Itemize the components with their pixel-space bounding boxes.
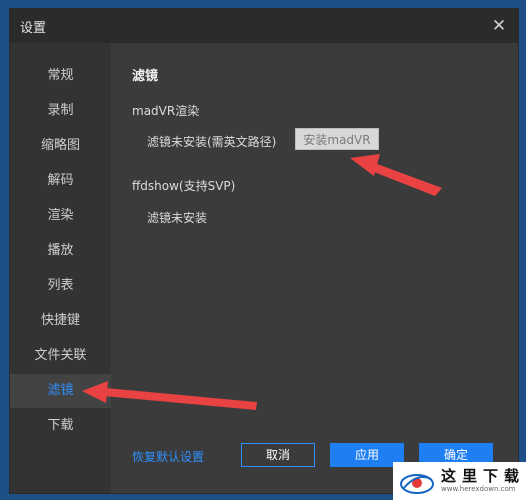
- site-logo-icon: [400, 474, 434, 494]
- watermark-title: 这里下载: [441, 467, 526, 485]
- watermark-url: www.herexdown.com: [441, 485, 516, 493]
- arrow-icon: [350, 154, 442, 196]
- arrow-icon: [82, 381, 257, 410]
- site-watermark: 这里下载 www.herexdown.com: [393, 462, 526, 500]
- annotation-arrows: [82, 154, 442, 410]
